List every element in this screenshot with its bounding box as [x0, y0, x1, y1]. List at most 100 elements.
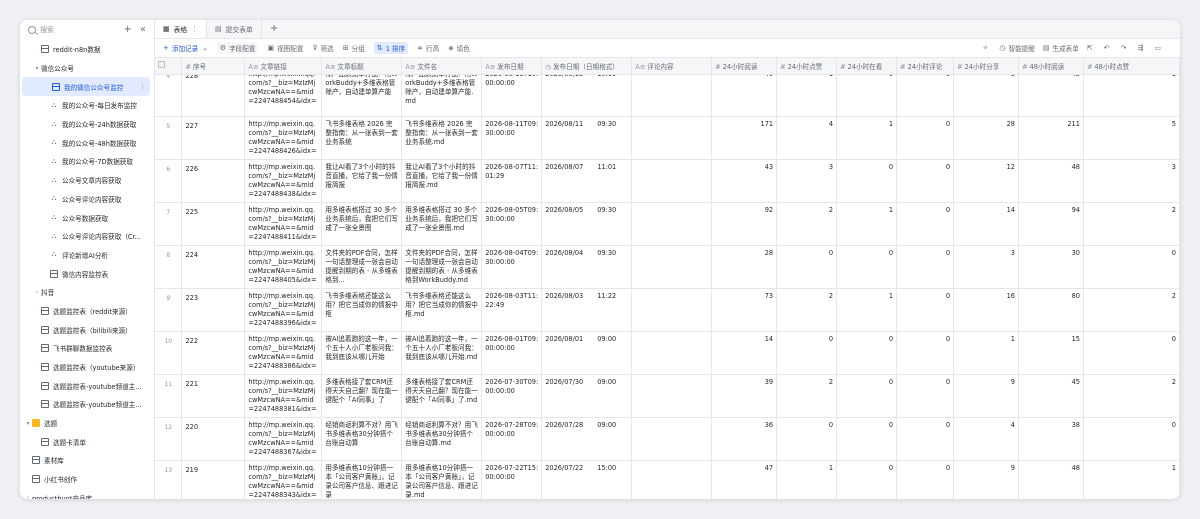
table-cell-comment[interactable] [631, 374, 713, 418]
add-icon[interactable]: + [123, 25, 131, 35]
group-button[interactable]: ⊞ 分组 [343, 43, 365, 53]
table-cell-l24[interactable]: 1 [776, 74, 838, 117]
table-cell-date[interactable]: 2026-07-30T09:00:00:00 [481, 374, 543, 418]
table-cell-title[interactable]: 飞书多维表格 2026 完整指南：从一张表到一套业务系统 [321, 116, 403, 160]
table-cell-l24[interactable]: 1 [776, 460, 838, 499]
column-header[interactable]: #24小时在看 [836, 58, 898, 75]
table-cell-title[interactable]: 用多维表格搭过 30 多个业务系统后，我把它们写成了一张全景图 [321, 202, 403, 246]
sidebar-item[interactable]: ⛬ 公众号数据获取 [20, 208, 154, 227]
table-cell-l48[interactable]: 0 [1083, 331, 1180, 375]
expand-button[interactable]: ⇶ [1138, 44, 1147, 52]
table-cell-title[interactable]: 被AI追着跑的这一年，一个五十人小厂老板问我：我到底该从哪儿开始 [321, 331, 403, 375]
table-cell-w24[interactable]: 1 [836, 288, 898, 332]
table-cell-r24[interactable]: 73 [711, 288, 778, 332]
table-cell-date_fmt[interactable]: 2026/07/28 09:00 [541, 417, 633, 461]
table-cell-s24[interactable]: 12 [953, 159, 1019, 203]
table-cell-link[interactable]: http://mp.weixin.qq.com/s?__biz=MzIzMjcw… [244, 74, 323, 117]
table-cell-r24[interactable]: 36 [711, 417, 778, 461]
table-cell-rowno[interactable]: 12 [155, 417, 183, 461]
table-row[interactable]: 6 226 http://mp.weixin.qq.com/s?__biz=MzIz… [155, 159, 1180, 203]
sidebar-item[interactable]: reddit-n8n数据 [20, 40, 154, 59]
table-cell-idx[interactable]: 225 [181, 202, 246, 246]
table-cell-link[interactable]: http://mp.weixin.qq.com/s?__biz=MzIzMjcw… [244, 116, 323, 160]
table-cell-rowno[interactable]: 6 [155, 159, 183, 203]
table-cell-c24[interactable]: 0 [896, 245, 955, 289]
table-cell-l24[interactable]: 2 [776, 288, 838, 332]
table-cell-rowno[interactable]: 8 [155, 245, 183, 289]
table-cell-l48[interactable]: 2 [1083, 202, 1180, 246]
table-cell-r48[interactable]: 15 [1018, 331, 1084, 375]
table-cell-r48[interactable]: 45 [1018, 374, 1084, 418]
table-cell-idx[interactable]: 222 [181, 331, 246, 375]
table-cell-rowno[interactable]: 11 [155, 374, 183, 418]
sidebar-item[interactable]: › 抖音 [20, 283, 154, 302]
table-cell-date_fmt[interactable]: 2026/08/13 10:00 [541, 74, 633, 117]
table-cell-l48[interactable]: 3 [1083, 159, 1180, 203]
table-cell-l48[interactable]: 2 [1083, 374, 1180, 418]
table-cell-s24[interactable]: 9 [953, 74, 1019, 117]
fill-color-button[interactable]: ◈ 填色 [448, 43, 470, 53]
redo-button[interactable]: ↷ [1121, 44, 1130, 52]
table-cell-c24[interactable]: 0 [896, 202, 955, 246]
table-cell-idx[interactable]: 220 [181, 417, 246, 461]
sidebar-search-bar[interactable]: 搜索 + « [20, 20, 154, 40]
column-header[interactable]: A≡ 文件名 [401, 58, 483, 75]
table-cell-idx[interactable]: 223 [181, 288, 246, 332]
comment-button[interactable]: ▭ [1154, 44, 1164, 52]
table-cell-r24[interactable]: 40 [711, 74, 778, 117]
table-cell-s24[interactable]: 14 [953, 202, 1019, 246]
table-cell-date[interactable]: 2026-08-03T11:22:49 [481, 288, 543, 332]
sidebar-item[interactable]: ⛬ 公众号评论内容获取 [20, 190, 154, 209]
sidebar-item[interactable]: 飞书群聊数据监控表 [20, 339, 154, 358]
table-cell-r24[interactable]: 43 [711, 159, 778, 203]
sidebar-item[interactable]: ⛬ 评论新增AI分析 [20, 246, 154, 265]
table-cell-date[interactable]: 2026-08-07T11:01:29 [481, 159, 543, 203]
smart-remind-button[interactable]: ◷ 智能提醒 [999, 43, 1034, 53]
table-cell-w24[interactable]: 0 [836, 417, 898, 461]
column-header[interactable]: #24小时分享 [953, 58, 1019, 75]
tab-table-view[interactable]: ▦ 表格 ⋮ [155, 20, 208, 38]
table-cell-file[interactable]: 除产品数据单打乱？用WorkBuddy+多维表格管除产，自动建单算产能.md [401, 74, 483, 117]
table-cell-r24[interactable]: 28 [711, 245, 778, 289]
sidebar-item[interactable]: 选题监控表（reddit来源） [20, 302, 154, 321]
table-cell-link[interactable]: http://mp.weixin.qq.com/s?__biz=MzIzMjcw… [244, 374, 323, 418]
table-cell-l48[interactable]: 2 [1083, 288, 1180, 332]
sidebar-item[interactable]: 选题卡清单 [20, 432, 154, 451]
table-row[interactable]: 10 222 http://mp.weixin.qq.com/s?__biz=MzI… [155, 331, 1180, 375]
column-header[interactable]: ◷ 发布日期（日期格式） [541, 58, 633, 75]
table-cell-date_fmt[interactable]: 2026/08/07 11:01 [541, 159, 633, 203]
table-cell-c24[interactable]: 0 [896, 417, 955, 461]
field-config-button[interactable]: ⚙ 字段配置 [216, 42, 259, 54]
ai-sparkle-button[interactable]: ✧ [983, 44, 992, 52]
table-cell-c24[interactable]: 0 [896, 74, 955, 117]
table-cell-l24[interactable]: 0 [776, 417, 838, 461]
table-cell-file[interactable]: 飞书多维表格还能这么用？把它当成你的情报中枢.md [401, 288, 483, 332]
column-header[interactable]: A≡ 评论内容 [631, 58, 713, 75]
table-cell-l24[interactable]: 0 [776, 245, 838, 289]
table-cell-l48[interactable]: 1 [1083, 460, 1180, 499]
table-cell-l24[interactable]: 3 [776, 159, 838, 203]
table-cell-link[interactable]: http://mp.weixin.qq.com/s?__biz=MzIzMjcw… [244, 460, 323, 499]
sidebar-item[interactable]: ⛬ 我的公众号-每日发布监控 [20, 96, 154, 115]
undo-button[interactable]: ↶ [1104, 44, 1113, 52]
table-cell-w24[interactable]: 0 [836, 159, 898, 203]
search-input[interactable]: 搜索 [40, 25, 54, 35]
table-cell-date[interactable]: 2026-07-22T15:00:00:00 [481, 460, 543, 499]
table-cell-c24[interactable]: 0 [896, 331, 955, 375]
table-cell-date_fmt[interactable]: 2026/08/11 09:30 [541, 116, 633, 160]
table-cell-w24[interactable]: 0 [836, 331, 898, 375]
table-cell-title[interactable]: 飞书多维表格还能这么用？把它当成你的情报中枢 [321, 288, 403, 332]
tab-form-view[interactable]: ▤ 提交表单 [207, 20, 262, 38]
table-cell-title[interactable]: 多维表格接了套CRM还得天天自己翻？现在能一键配个「AI同事」了 [321, 374, 403, 418]
table-row[interactable]: 12 220 http://mp.weixin.qq.com/s?__biz=MzI… [155, 417, 1180, 461]
table-cell-rowno[interactable]: 10 [155, 331, 183, 375]
table-cell-r48[interactable]: 94 [1018, 202, 1084, 246]
table-cell-date_fmt[interactable]: 2026/08/01 09:00 [541, 331, 633, 375]
sidebar-item[interactable]: 选题监控表-youtube频道主... [20, 395, 154, 414]
table-cell-comment[interactable] [631, 245, 713, 289]
table-cell-l24[interactable]: 2 [776, 374, 838, 418]
select-all-checkbox[interactable] [158, 61, 165, 68]
tab-menu-icon[interactable]: ⋮ [191, 25, 198, 33]
table-cell-title[interactable]: 文件夹的PDF合同，怎样一句话整理成一张会自动提醒到期的表 - 从多维表格到..… [321, 245, 403, 289]
table-cell-r48[interactable]: 211 [1018, 116, 1084, 160]
